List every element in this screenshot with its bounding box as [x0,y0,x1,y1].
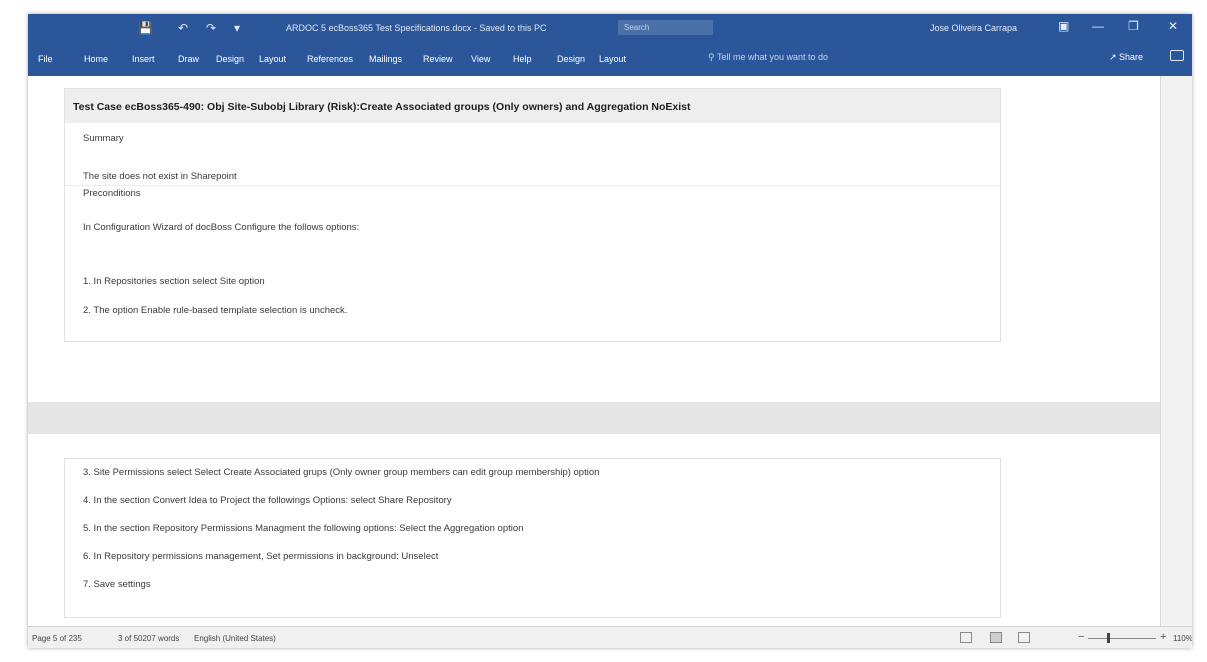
tab-references[interactable]: References [307,54,353,64]
zoom-out-button[interactable]: − [1078,631,1084,643]
tab-file[interactable]: File [38,54,53,64]
tab-view[interactable]: View [471,54,490,64]
search-box-text: Search [624,23,650,32]
list-item[interactable]: 2. The option Enable rule-based template… [83,305,347,316]
test-case-table[interactable]: Test Case ecBoss365-490: Obj Site-Subobj… [64,88,1001,342]
list-item[interactable]: 4. In the section Convert Idea to Projec… [83,495,452,506]
ribbon-tabs: File Home Insert Draw Design Layout Refe… [28,42,1192,76]
customize-toolbar-icon[interactable]: ▾ [234,21,240,35]
minimize-icon[interactable]: — [1092,19,1104,33]
tab-home[interactable]: Home [84,54,108,64]
language-indicator[interactable]: English (United States) [194,634,276,643]
document-page[interactable]: Test Case ecBoss365-490: Obj Site-Subobj… [28,76,1160,402]
tab-layout[interactable]: Layout [259,54,286,64]
account-name[interactable]: Jose Oliveira Carrapa [930,23,1017,33]
search-box[interactable]: Search [618,20,713,35]
test-case-header[interactable]: Test Case ecBoss365-490: Obj Site-Subobj… [65,89,1000,123]
lightbulb-icon: ⚲ [708,52,717,62]
tab-help[interactable]: Help [513,54,532,64]
word-count[interactable]: 3 of 50207 words [118,634,179,643]
print-layout-icon[interactable] [990,632,1002,643]
list-item[interactable]: 5. In the section Repository Permissions… [83,523,523,534]
list-item[interactable]: 3. Site Permissions select Select Create… [83,467,599,478]
document-area[interactable]: Test Case ecBoss365-490: Obj Site-Subobj… [28,76,1160,626]
zoom-slider-thumb[interactable] [1107,633,1111,643]
vertical-scrollbar[interactable] [1160,76,1192,626]
row-divider [65,185,1000,186]
tell-me-search[interactable]: ⚲ Tell me what you want to do [708,52,828,63]
word-window: 💾 ↶ ↷ ▾ ARDOC 5 ecBoss365 Test Specifica… [28,14,1192,648]
title-bar: 💾 ↶ ↷ ▾ ARDOC 5 ecBoss365 Test Specifica… [28,14,1192,42]
tab-review[interactable]: Review [423,54,453,64]
list-item[interactable]: 1. In Repositories section select Site o… [83,276,265,287]
ribbon-display-options-icon[interactable]: ▣ [1058,19,1069,33]
summary-text[interactable]: The site does not exist in Sharepoint [83,171,237,182]
tab-table-design[interactable]: Design [557,54,585,64]
precondition-intro[interactable]: In Configuration Wizard of docBoss Confi… [83,222,359,233]
tell-me-text: Tell me what you want to do [716,52,828,62]
share-label: Share [1119,52,1144,62]
zoom-in-button[interactable]: + [1160,631,1166,643]
save-icon[interactable]: 💾 [138,21,153,35]
web-layout-icon[interactable] [1018,632,1030,643]
close-icon[interactable]: ✕ [1168,19,1178,33]
zoom-slider[interactable] [1088,638,1156,639]
tab-table-layout[interactable]: Layout [599,54,626,64]
document-title: ARDOC 5 ecBoss365 Test Specifications.do… [286,23,547,33]
zoom-level[interactable]: 110% [1173,634,1192,643]
tab-mailings[interactable]: Mailings [369,54,402,64]
list-item[interactable]: 7. Save settings [83,579,151,590]
tab-insert[interactable]: Insert [132,54,155,64]
test-case-table-continued[interactable]: 3. Site Permissions select Select Create… [64,458,1001,618]
share-button[interactable]: ↗ Share [1109,52,1143,63]
preconditions-label[interactable]: Preconditions [83,188,141,199]
read-mode-icon[interactable] [960,632,972,643]
status-bar: Page 5 of 235 3 of 50207 words English (… [28,626,1192,648]
page-count[interactable]: Page 5 of 235 [32,634,82,643]
document-page[interactable]: 3. Site Permissions select Select Create… [28,434,1160,626]
restore-icon[interactable]: ❐ [1128,19,1139,33]
list-item[interactable]: 6. In Repository permissions management,… [83,551,438,562]
redo-icon[interactable]: ↷ [206,21,216,35]
tab-draw[interactable]: Draw [178,54,199,64]
summary-label[interactable]: Summary [83,133,124,144]
tab-design[interactable]: Design [216,54,244,64]
share-icon: ↗ [1109,52,1120,62]
comments-icon[interactable] [1170,50,1184,61]
undo-icon[interactable]: ↶ [178,21,188,35]
